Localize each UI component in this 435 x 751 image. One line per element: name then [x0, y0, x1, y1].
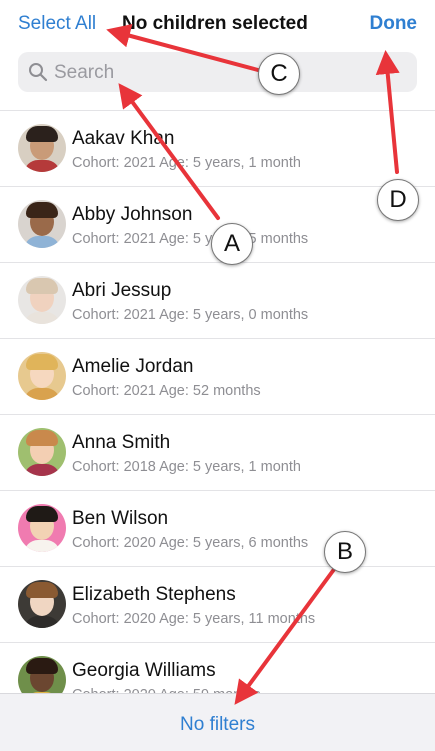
child-details: Cohort: 2021 Age: 5 years, 5 months [72, 231, 309, 247]
list-item[interactable]: Anna Smith Cohort: 2018 Age: 5 years, 1 … [0, 415, 435, 491]
child-name: Amelie Jordan [72, 356, 194, 377]
child-name: Abri Jessup [72, 280, 172, 301]
child-name: Elizabeth Stephens [72, 584, 236, 605]
avatar [18, 200, 66, 248]
search-icon [29, 63, 48, 82]
child-details: Cohort: 2018 Age: 5 years, 1 month [72, 459, 301, 475]
page-title: No children selected [122, 13, 308, 34]
child-details: Cohort: 2021 Age: 5 years, 1 month [72, 155, 301, 171]
filter-bar: No filters [0, 693, 435, 751]
navigation-bar: Select All No children selected Done [0, 0, 435, 48]
avatar [18, 352, 66, 400]
child-name: Ben Wilson [72, 508, 169, 529]
list-item[interactable]: Amelie Jordan Cohort: 2021 Age: 52 month… [0, 339, 435, 415]
child-details: Cohort: 2021 Age: 52 months [72, 383, 261, 399]
callout-d: D [377, 179, 419, 221]
avatar [18, 124, 66, 172]
avatar [18, 580, 66, 628]
child-name: Aakav Khan [72, 128, 175, 149]
callout-a: A [211, 223, 253, 265]
callout-c: C [258, 53, 300, 95]
child-details: Cohort: 2021 Age: 5 years, 0 months [72, 307, 309, 323]
search-bar[interactable] [18, 52, 417, 94]
list-item[interactable]: Elizabeth Stephens Cohort: 2020 Age: 5 y… [0, 567, 435, 643]
child-name: Georgia Williams [72, 660, 216, 681]
list-item[interactable]: Ben Wilson Cohort: 2020 Age: 5 years, 6 … [0, 491, 435, 567]
child-details: Cohort: 2020 Age: 5 years, 6 months [72, 535, 309, 551]
child-details: Cohort: 2020 Age: 5 years, 11 months [72, 611, 316, 627]
child-name: Abby Johnson [72, 204, 193, 225]
callout-b: B [324, 531, 366, 573]
child-name: Anna Smith [72, 432, 171, 453]
filters-button[interactable]: No filters [0, 714, 435, 736]
list-item[interactable]: Aakav Khan Cohort: 2021 Age: 5 years, 1 … [0, 111, 435, 187]
search-input[interactable] [52, 52, 411, 94]
list-item[interactable]: Abri Jessup Cohort: 2021 Age: 5 years, 0… [0, 263, 435, 339]
avatar [18, 276, 66, 324]
children-list: Aakav Khan Cohort: 2021 Age: 5 years, 1 … [0, 110, 435, 719]
done-button[interactable]: Done [370, 13, 418, 35]
avatar [18, 428, 66, 476]
select-all-button[interactable]: Select All [18, 13, 96, 35]
avatar [18, 504, 66, 552]
